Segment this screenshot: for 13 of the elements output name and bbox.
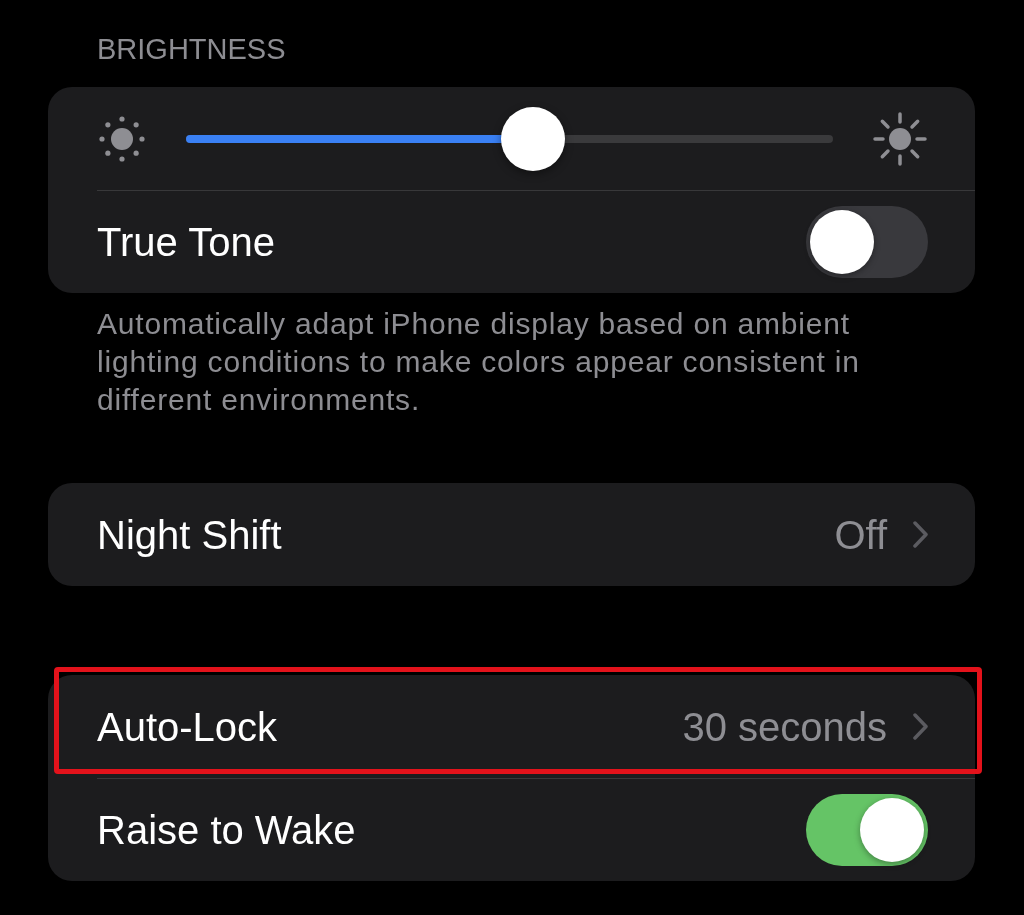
setting-value: Off [834,511,887,559]
setting-label: Raise to Wake [97,806,356,854]
setting-value: 30 seconds [682,703,887,751]
sun-dots-icon [97,113,147,164]
setting-label[interactable]: Auto-Lock [97,702,278,751]
sun-rays-icon [872,110,928,167]
section-footer: Automatically adapt iPhone display based on ambient lighting conditions to make colors appear consistent in different environments. [97,305,897,419]
chevron-right-icon [913,713,928,740]
chevron-right-icon [913,521,928,548]
setting-label[interactable]: Night Shift [97,510,282,559]
brightness-slider[interactable] [186,106,833,171]
section-header: BRIGHTNESS [97,32,286,67]
setting-label: True Tone [97,218,275,266]
